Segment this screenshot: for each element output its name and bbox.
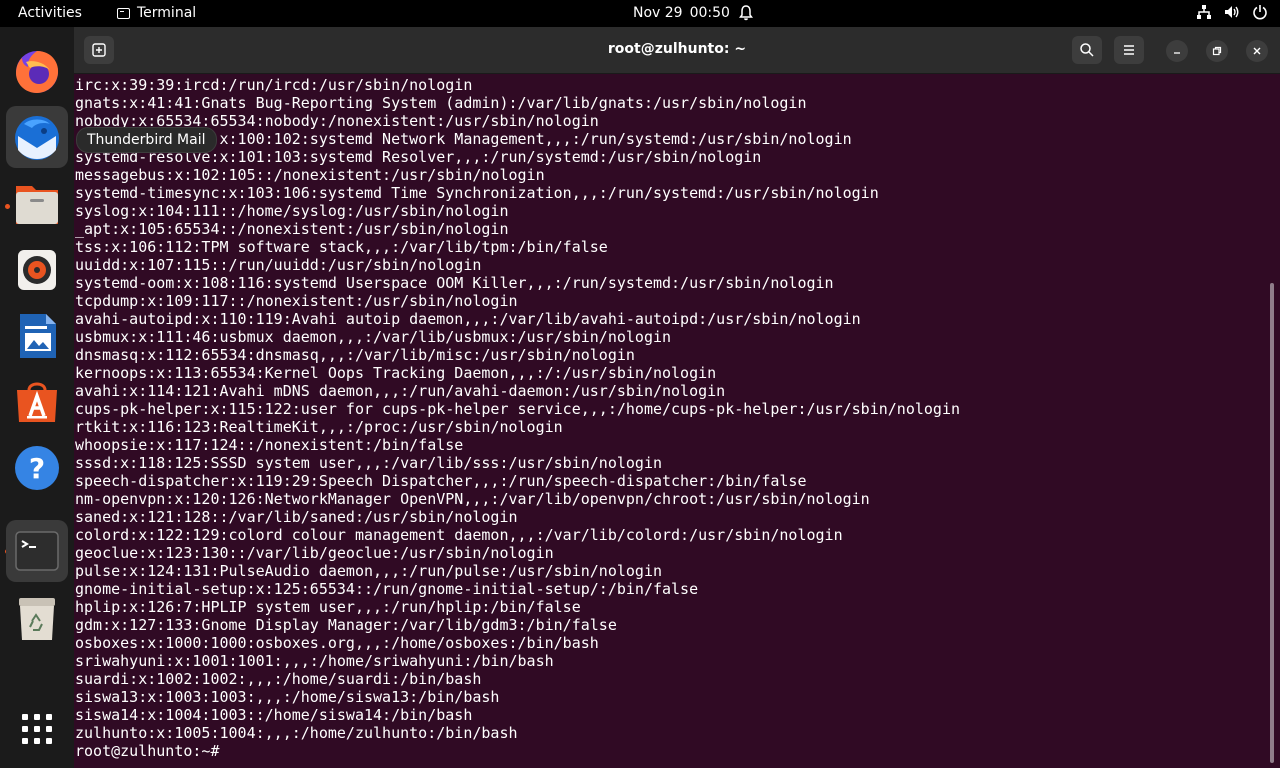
dock: ? xyxy=(0,27,74,768)
svg-text:?: ? xyxy=(29,452,45,485)
dock-item-firefox[interactable] xyxy=(6,40,68,102)
terminal-line: cups-pk-helper:x:115:122:user for cups-p… xyxy=(75,400,961,418)
terminal-line: hplip:x:126:7:HPLIP system user,,,:/run/… xyxy=(75,598,581,616)
terminal-line: dnsmasq:x:112:65534:dnsmasq,,,:/var/lib/… xyxy=(75,346,635,364)
activities-button[interactable]: Activities xyxy=(18,5,82,21)
dock-item-thunderbird[interactable] xyxy=(6,106,68,168)
terminal-line: kernoops:x:113:65534:Kernel Oops Trackin… xyxy=(75,364,717,382)
help-icon: ? xyxy=(15,446,59,490)
terminal-line: avahi-autoipd:x:110:119:Avahi autoip dae… xyxy=(75,310,861,328)
dock-item-terminal[interactable] xyxy=(6,520,68,582)
terminal-line: suardi:x:1002:1002:,,,:/home/suardi:/bin… xyxy=(75,670,482,688)
terminal-line: siswa13:x:1003:1003:,,,:/home/siswa13:/b… xyxy=(75,688,500,706)
terminal-line: tcpdump:x:109:117::/nonexistent:/usr/sbi… xyxy=(75,292,518,310)
terminal-line: gnats:x:41:41:Gnats Bug-Reporting System… xyxy=(75,94,807,112)
terminal-line: nm-openvpn:x:120:126:NetworkManager Open… xyxy=(75,490,870,508)
terminal-line: irc:x:39:39:ircd:/run/ircd:/usr/sbin/nol… xyxy=(75,76,473,94)
terminal-line: geoclue:x:123:130::/var/lib/geoclue:/usr… xyxy=(75,544,554,562)
dock-item-help[interactable]: ? xyxy=(6,436,68,498)
dock-item-rhythmbox[interactable] xyxy=(6,238,68,300)
dock-item-trash[interactable] xyxy=(6,588,68,650)
terminal-line: zulhunto:x:1005:1004:,,,:/home/zulhunto:… xyxy=(75,724,518,742)
terminal-line: systemd-oom:x:108:116:systemd Userspace … xyxy=(75,274,834,292)
terminal-line: gdm:x:127:133:Gnome Display Manager:/var… xyxy=(75,616,617,634)
terminal-line: root@zulhunto:~# xyxy=(75,742,220,760)
dock-item-app-center[interactable] xyxy=(6,370,68,432)
terminal-line: siswa14:x:1004:1003::/home/siswa14:/bin/… xyxy=(75,706,473,724)
minimize-button[interactable] xyxy=(1166,40,1188,62)
terminal-line: usbmux:x:111:46:usbmux daemon,,,:/var/li… xyxy=(75,328,672,346)
terminal-icon xyxy=(15,531,59,571)
trash-icon xyxy=(19,598,55,640)
libreoffice-writer-icon xyxy=(20,314,56,358)
terminal-line: gnome-initial-setup:x:125:65534::/run/gn… xyxy=(75,580,699,598)
network-wired-icon xyxy=(1197,5,1211,19)
clock-date: Nov 29 xyxy=(633,5,683,21)
restore-icon xyxy=(1212,46,1222,56)
hamburger-menu-icon xyxy=(1124,45,1134,55)
terminal-line: speech-dispatcher:x:119:29:Speech Dispat… xyxy=(75,472,807,490)
dock-item-writer[interactable] xyxy=(6,304,68,366)
search-button[interactable] xyxy=(1072,36,1102,64)
app-menu-label: Terminal xyxy=(137,5,197,21)
dock-tooltip: Thunderbird Mail xyxy=(76,127,217,153)
minimize-icon xyxy=(1174,52,1180,54)
scrollbar[interactable] xyxy=(1270,283,1274,763)
rhythmbox-icon xyxy=(18,250,56,290)
terminal-line: osboxes:x:1000:1000:osboxes.org,,,:/home… xyxy=(75,634,599,652)
terminal-line: avahi:x:114:121:Avahi mDNS daemon,,,:/ru… xyxy=(75,382,726,400)
terminal-line: saned:x:121:128::/var/lib/saned:/usr/sbi… xyxy=(75,508,518,526)
terminal-line: nobody:x:65534:65534:nobody:/nonexistent… xyxy=(75,112,599,130)
menu-button[interactable] xyxy=(1114,36,1144,64)
volume-icon xyxy=(1225,6,1239,18)
terminal-line: messagebus:x:102:105::/nonexistent:/usr/… xyxy=(75,166,545,184)
maximize-button[interactable] xyxy=(1206,40,1228,62)
notification-bell-icon[interactable] xyxy=(739,5,753,21)
app-center-icon xyxy=(17,382,57,422)
terminal-line: rtkit:x:116:123:RealtimeKit,,,:/proc:/us… xyxy=(75,418,563,436)
power-icon xyxy=(1253,5,1267,20)
window-headerbar: root@zulhunto: ~ xyxy=(74,27,1280,74)
close-icon xyxy=(1253,47,1261,55)
show-apps-icon xyxy=(22,714,52,744)
clock-time: 00:50 xyxy=(689,5,730,21)
terminal-line: pulse:x:124:131:PulseAudio daemon,,,:/ru… xyxy=(75,562,662,580)
terminal-line: sssd:x:118:125:SSSD system user,,,:/var/… xyxy=(75,454,662,472)
thunderbird-icon xyxy=(15,116,59,160)
firefox-icon xyxy=(16,51,59,93)
dock-item-show-apps[interactable] xyxy=(6,698,68,760)
clock[interactable]: Nov 29 00:50 xyxy=(633,5,730,21)
terminal-line: systemd-timesync:x:103:106:systemd Time … xyxy=(75,184,879,202)
system-status-area[interactable] xyxy=(1196,4,1268,20)
terminal-line: whoopsie:x:117:124::/nonexistent:/bin/fa… xyxy=(75,436,464,454)
terminal-line: tss:x:106:112:TPM software stack,,,:/var… xyxy=(75,238,608,256)
close-button[interactable] xyxy=(1246,40,1268,62)
app-menu-button[interactable]: Terminal xyxy=(117,5,196,21)
search-icon xyxy=(1080,43,1094,57)
terminal-icon xyxy=(117,7,130,19)
terminal-output[interactable]: irc:x:39:39:ircd:/run/ircd:/usr/sbin/nol… xyxy=(75,76,1265,768)
terminal-line: systemd-resolve:x:101:103:systemd Resolv… xyxy=(75,148,762,166)
terminal-line: _apt:x:105:65534::/nonexistent:/usr/sbin… xyxy=(75,220,509,238)
terminal-line: sriwahyuni:x:1001:1001:,,,:/home/sriwahy… xyxy=(75,652,554,670)
files-icon xyxy=(16,186,58,224)
terminal-line: colord:x:122:129:colord colour managemen… xyxy=(75,526,843,544)
terminal-line: syslog:x:104:111::/home/syslog:/usr/sbin… xyxy=(75,202,509,220)
terminal-line: uuidd:x:107:115::/run/uuidd:/usr/sbin/no… xyxy=(75,256,482,274)
terminal-line: systemd-network:x:100:102:systemd Networ… xyxy=(75,130,852,148)
dock-item-files[interactable] xyxy=(6,172,68,234)
top-bar: Activities Terminal Nov 29 00:50 xyxy=(0,0,1280,27)
